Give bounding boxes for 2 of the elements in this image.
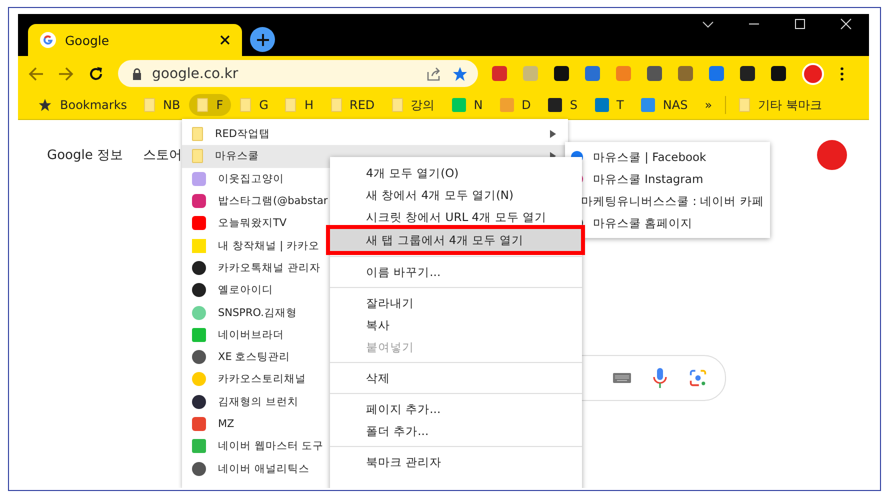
url-text: google.co.kr — [152, 66, 238, 82]
tab-title: Google — [65, 32, 110, 48]
